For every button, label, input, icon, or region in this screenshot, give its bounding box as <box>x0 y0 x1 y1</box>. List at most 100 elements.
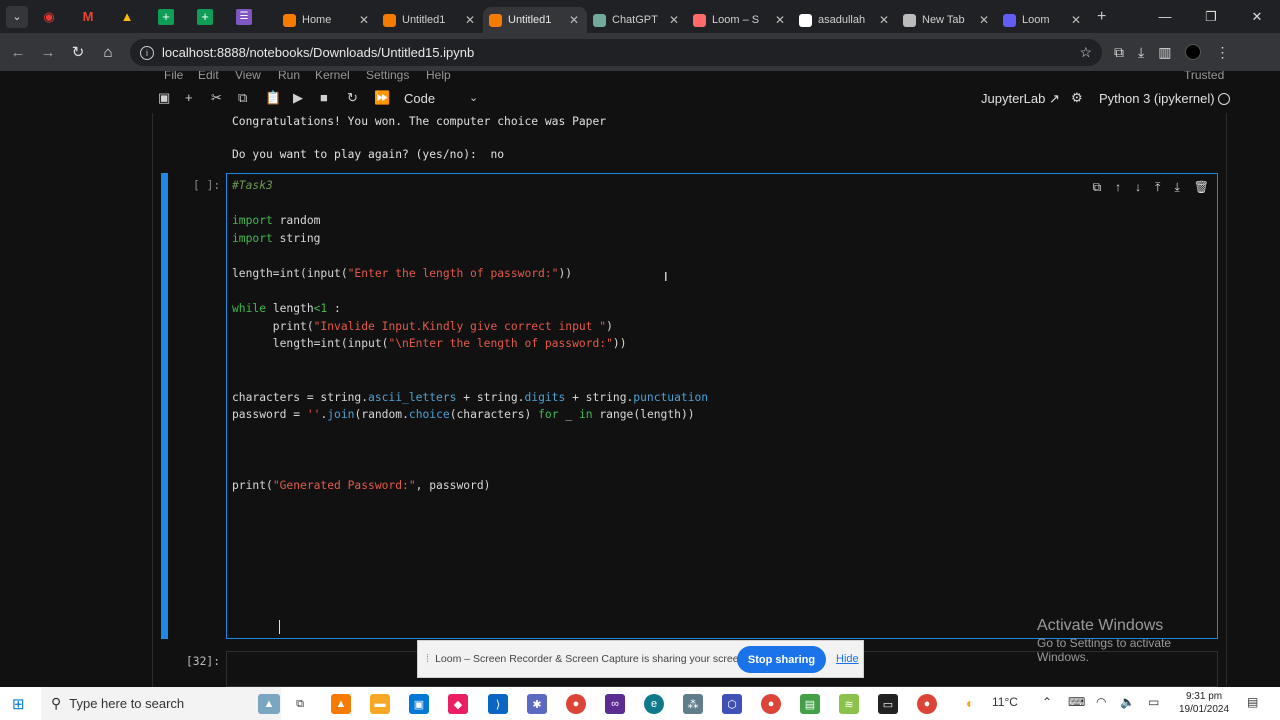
copy-icon[interactable]: ⧉ <box>238 90 247 106</box>
keyboard-icon[interactable]: ▭ <box>1148 695 1159 709</box>
move-up-icon[interactable]: ↑ <box>1115 180 1121 195</box>
search-icon: ⚲ <box>51 695 62 711</box>
file-explorer-icon[interactable]: ▬ <box>370 694 390 714</box>
home-icon[interactable]: ⌂ <box>93 44 123 61</box>
weather-temp[interactable]: 11°C <box>992 695 1018 709</box>
minimize-icon[interactable]: — <box>1142 9 1188 24</box>
close-tab-icon[interactable]: ✕ <box>1069 13 1083 27</box>
tab-search-button[interactable]: ⌄ <box>6 5 28 28</box>
close-tab-icon[interactable]: ✕ <box>877 13 891 27</box>
close-tab-icon[interactable]: ✕ <box>773 13 787 27</box>
pinned-tab-6[interactable]: ☰ <box>233 8 255 26</box>
restart-icon[interactable]: ↻ <box>347 90 358 106</box>
hide-link[interactable]: Hide <box>836 653 859 665</box>
pinned-tab-3[interactable]: ▲ <box>116 8 138 26</box>
menu-file[interactable]: File <box>164 71 183 82</box>
taskbar-search[interactable]: ⚲ Type here to search <box>41 687 281 720</box>
close-tab-icon[interactable]: ✕ <box>667 13 681 27</box>
vscode-icon[interactable]: ⟩ <box>488 694 508 714</box>
drag-handle-icon[interactable]: ⁞ <box>426 653 429 665</box>
insert-above-icon[interactable]: ⤒ <box>1155 180 1160 195</box>
new-tab-button[interactable]: + <box>1097 8 1106 26</box>
tray-chevron-icon[interactable]: ⌃ <box>1042 695 1052 709</box>
cut-icon[interactable]: ✂ <box>211 90 222 106</box>
forward-icon[interactable]: → <box>33 44 63 61</box>
download-icon[interactable]: ⤓ <box>1138 44 1144 61</box>
browser-tab[interactable]: Untitled1 ✕ <box>483 7 587 33</box>
menu-edit[interactable]: Edit <box>198 71 219 82</box>
browser-tab[interactable]: New Tab ✕ <box>897 7 997 33</box>
system-clock[interactable]: 9:31 pm 19/01/2024 <box>1179 690 1229 716</box>
app-icon[interactable]: ⬡ <box>722 694 742 714</box>
move-down-icon[interactable]: ↓ <box>1135 180 1141 195</box>
duplicate-cell-icon[interactable]: ⧉ <box>1093 180 1102 195</box>
insert-below-icon[interactable]: ⤓ <box>1174 180 1179 195</box>
windows-start-icon[interactable]: ⊞ <box>12 695 25 713</box>
chevron-down-icon[interactable]: ⌄ <box>469 91 478 104</box>
ime-icon[interactable]: ⌨ <box>1068 695 1085 709</box>
url-field[interactable]: i localhost:8888/notebooks/Downloads/Unt… <box>130 39 1102 66</box>
close-tab-icon[interactable]: ✕ <box>357 13 371 27</box>
jupyterlab-link[interactable]: JupyterLab ↗ <box>981 91 1060 107</box>
store-icon[interactable]: ▣ <box>409 694 429 714</box>
app-icon[interactable]: ◆ <box>448 694 468 714</box>
browser-tab[interactable]: Untitled1 ✕ <box>377 7 483 33</box>
close-tab-icon[interactable]: ✕ <box>567 13 581 27</box>
chrome-icon[interactable]: ● <box>761 694 781 714</box>
app-icon[interactable]: ≋ <box>839 694 859 714</box>
side-panel-icon[interactable]: ▥ <box>1158 44 1171 61</box>
bookmark-star-icon[interactable]: ☆ <box>1079 44 1092 61</box>
close-window-icon[interactable]: ✕ <box>1234 9 1280 25</box>
browser-tab[interactable]: Loom – S ✕ <box>687 7 793 33</box>
terminal-icon[interactable]: ▭ <box>878 694 898 714</box>
menu-help[interactable]: Help <box>426 71 451 82</box>
tab-title: asadullah <box>818 14 866 26</box>
gear-icon[interactable]: ⚙ <box>1071 90 1083 106</box>
chrome-icon[interactable]: ● <box>566 694 586 714</box>
app-icon[interactable]: ✱ <box>527 694 547 714</box>
browser-tab[interactable]: asadullah ✕ <box>793 7 897 33</box>
kernel-name[interactable]: Python 3 (ipykernel) <box>1099 91 1215 106</box>
volume-icon[interactable]: 🔈 <box>1120 695 1135 709</box>
app-icon[interactable]: ▤ <box>800 694 820 714</box>
profile-avatar[interactable] <box>1185 44 1202 60</box>
menu-kernel[interactable]: Kernel <box>315 71 350 82</box>
cell-type-select[interactable]: Code <box>404 91 435 106</box>
code-cell-editor[interactable]: ⧉ ↑ ↓ ⤒ ⤓ 🗑 #Task3 import random import … <box>226 173 1218 639</box>
stop-sharing-button[interactable]: Stop sharing <box>737 646 826 673</box>
pinned-tab-4[interactable]: + <box>155 8 177 26</box>
menu-run[interactable]: Run <box>278 71 300 82</box>
task-view-icon[interactable]: ⧉ <box>290 694 310 714</box>
notification-icon[interactable]: ▤ <box>1247 695 1258 709</box>
wifi-icon[interactable]: ◠ <box>1096 695 1106 709</box>
chrome-icon[interactable]: ● <box>917 694 937 714</box>
close-tab-icon[interactable]: ✕ <box>977 13 991 27</box>
pinned-tab-5[interactable]: + <box>194 8 216 26</box>
stop-icon[interactable]: ■ <box>320 90 328 105</box>
browser-tab[interactable]: ChatGPT ✕ <box>587 7 687 33</box>
menu-view[interactable]: View <box>235 71 261 82</box>
visual-studio-icon[interactable]: ∞ <box>605 694 625 714</box>
app-icon[interactable]: ⁂ <box>683 694 703 714</box>
close-tab-icon[interactable]: ✕ <box>463 13 477 27</box>
run-icon[interactable]: ▶ <box>293 90 303 106</box>
pinned-tab-2[interactable]: M <box>77 8 99 26</box>
browser-tab[interactable]: Loom ✕ <box>997 7 1089 33</box>
browser-tab[interactable]: Home ✕ <box>277 7 377 33</box>
site-info-icon[interactable]: i <box>140 45 154 60</box>
vlc-icon[interactable]: ▲ <box>331 694 351 714</box>
menu-settings[interactable]: Settings <box>366 71 409 82</box>
back-icon[interactable]: ← <box>3 44 33 61</box>
run-all-icon[interactable]: ⏩ <box>374 90 390 106</box>
add-cell-icon[interactable]: + <box>185 90 193 105</box>
paste-icon[interactable]: 📋 <box>265 90 281 106</box>
edge-icon[interactable]: e <box>644 694 664 714</box>
gmail-icon: M <box>82 9 94 24</box>
save-icon[interactable]: ▣ <box>158 90 170 106</box>
browser-menu-icon[interactable]: ⋮ <box>1215 44 1229 61</box>
pinned-tab-1[interactable]: ◉ <box>38 8 60 26</box>
delete-cell-icon[interactable]: 🗑 <box>1194 180 1209 195</box>
reload-icon[interactable]: ↻ <box>63 43 93 61</box>
extensions-icon[interactable]: ⧉ <box>1114 44 1124 61</box>
maximize-icon[interactable]: ❐ <box>1188 9 1234 25</box>
